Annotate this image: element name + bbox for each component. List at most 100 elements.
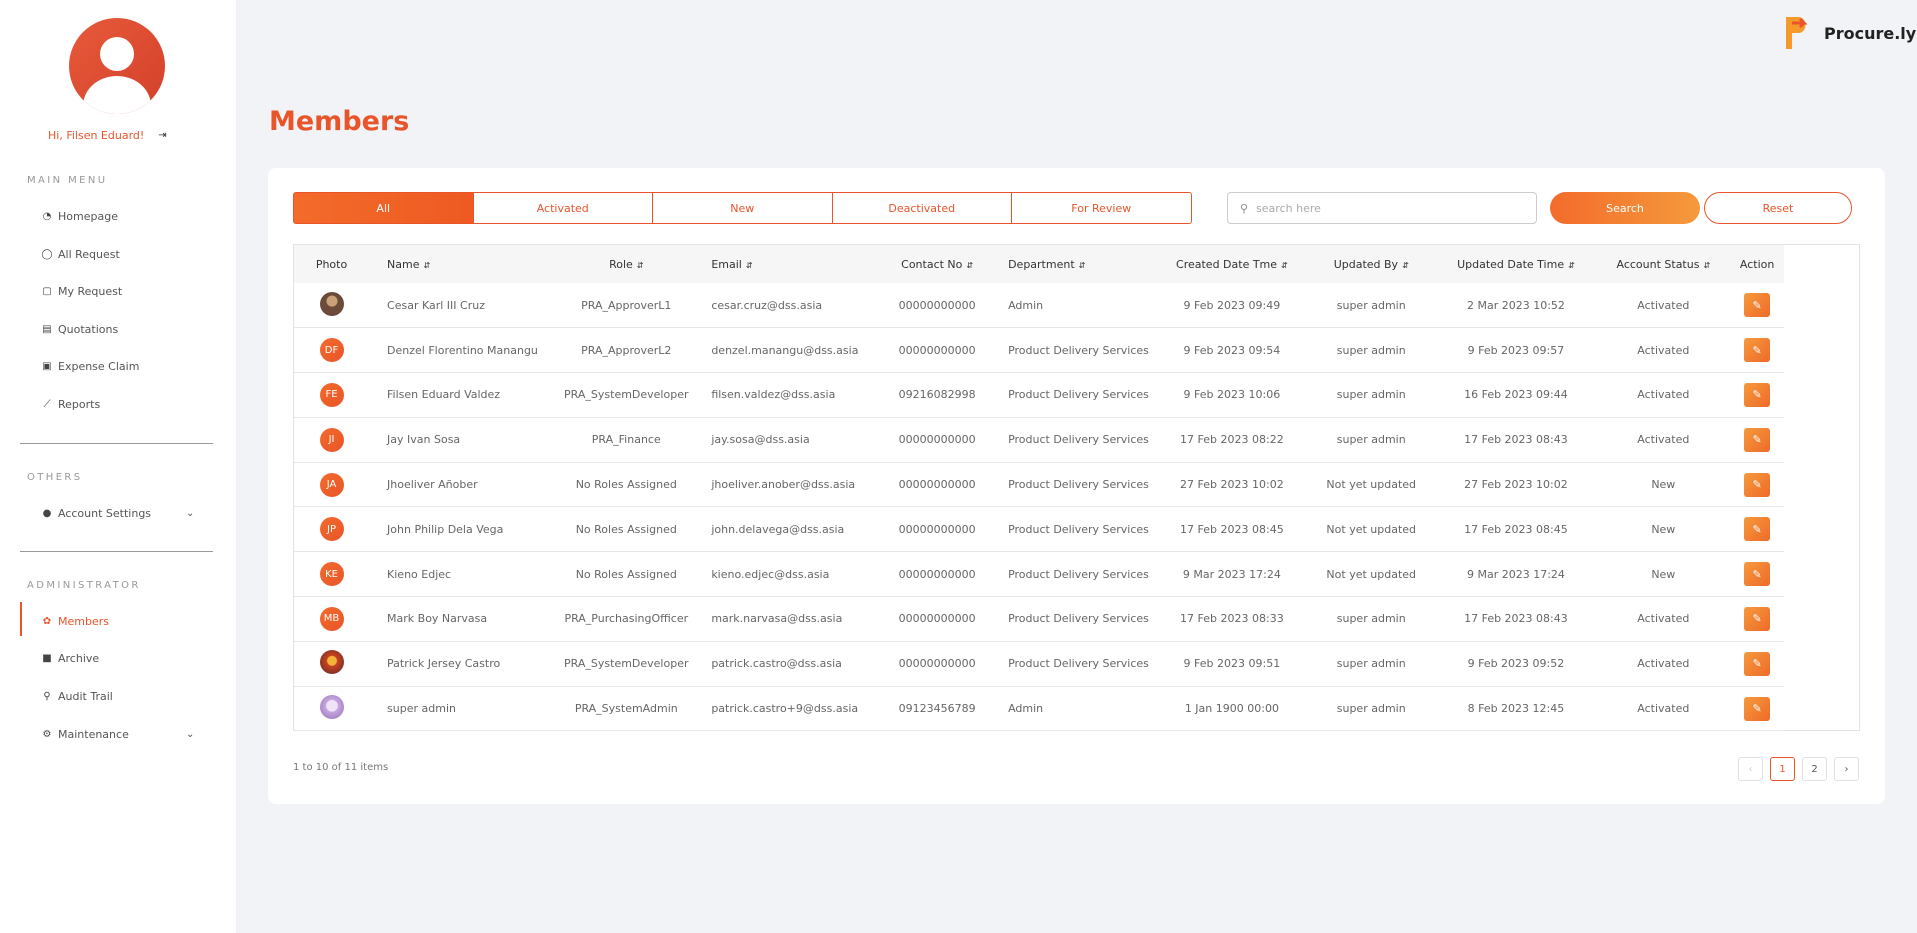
items-info: 1 to 10 of 11 items [293, 762, 389, 773]
status-cell: Activated [1637, 702, 1690, 716]
reset-button[interactable]: Reset [1704, 192, 1852, 224]
pencil-icon: ✎ [1752, 568, 1762, 581]
email-cell: john.delavega@dss.asia [711, 522, 845, 536]
updated-cell: 17 Feb 2023 08:45 [1464, 522, 1568, 536]
col-role[interactable]: Role ⇵ [551, 245, 701, 283]
table-row: DF Denzel Florentino Manangu PRA_ApproverL… [294, 328, 1784, 373]
chevron-down-icon[interactable]: ⌄ [186, 729, 194, 740]
col-updated[interactable]: Updated Date Time ⇵ [1436, 245, 1597, 283]
list-icon: ▤ [42, 324, 52, 335]
brand-logo[interactable]: Procure.ly [1778, 13, 1916, 53]
table-row: Cesar Karl III Cruz PRA_ApproverL1 cesar.c… [294, 283, 1784, 328]
edit-button[interactable]: ✎ [1744, 517, 1771, 542]
search-input[interactable] [1256, 201, 1507, 215]
sidebar-divider [20, 443, 213, 444]
pencil-icon: ✎ [1752, 479, 1762, 492]
sidebar-item-all-request[interactable]: ◯ All Request [41, 248, 119, 261]
sidebar-item-audit-trail[interactable]: ⚲ Audit Trail [41, 690, 113, 703]
avatar-body-shape [83, 76, 151, 114]
tab-for-review[interactable]: For Review [1011, 192, 1192, 224]
col-contact[interactable]: Contact No ⇵ [878, 245, 996, 283]
money-icon: ▣ [42, 361, 52, 372]
sidebar-item-label: Homepage [58, 210, 118, 223]
page-1-button[interactable]: 1 [1770, 757, 1795, 781]
chart-icon: ⟋ [43, 399, 51, 410]
tab-deactivated[interactable]: Deactivated [831, 192, 1012, 224]
col-label: Name [387, 257, 420, 271]
table-row: Patrick Jersey Castro PRA_SystemDeveloper… [294, 641, 1784, 687]
member-avatar [319, 650, 344, 675]
procurely-logo-icon [1786, 17, 1808, 49]
role-cell: PRA_Finance [591, 433, 661, 447]
sidebar-item-quotations[interactable]: ▤ Quotations [41, 323, 118, 336]
administrator-label: ADMINISTRATOR [27, 580, 141, 591]
edit-button[interactable]: ✎ [1744, 606, 1771, 631]
action-cell: ✎ [1730, 552, 1784, 597]
next-page-button[interactable]: › [1834, 757, 1859, 781]
search-button[interactable]: Search [1550, 192, 1700, 224]
col-updated-by[interactable]: Updated By ⇵ [1307, 245, 1436, 283]
updated-by-cell: Not yet updated [1326, 567, 1417, 581]
edit-button[interactable]: ✎ [1744, 696, 1771, 721]
table-row: super admin PRA_SystemAdmin patrick.castro… [294, 686, 1784, 731]
user-avatar[interactable] [69, 18, 165, 114]
email-cell: jhoeliver.anober@dss.asia [711, 478, 856, 492]
page-2-button[interactable]: 2 [1802, 757, 1827, 781]
edit-button[interactable]: ✎ [1744, 562, 1771, 587]
created-cell: 17 Feb 2023 08:33 [1180, 612, 1284, 626]
sidebar-item-my-request[interactable]: ▢ My Request [41, 285, 122, 298]
edit-button[interactable]: ✎ [1744, 651, 1771, 676]
created-cell: 27 Feb 2023 10:02 [1180, 478, 1284, 492]
edit-button[interactable]: ✎ [1744, 427, 1771, 452]
col-department[interactable]: Department ⇵ [996, 245, 1157, 283]
pencil-icon: ✎ [1752, 299, 1762, 312]
sidebar-item-expense-claim[interactable]: ▣ Expense Claim [41, 360, 139, 373]
tab-activated[interactable]: Activated [472, 192, 653, 224]
sidebar-item-maintenance[interactable]: ⚙ Maintenance [41, 728, 129, 741]
updated-cell: 17 Feb 2023 08:43 [1464, 612, 1568, 626]
updated-cell: 8 Feb 2023 12:45 [1467, 702, 1565, 716]
contact-cell: 00000000000 [898, 298, 976, 312]
sidebar-item-members[interactable]: ✿ Members [41, 615, 109, 628]
col-created[interactable]: Created Date Tme ⇵ [1157, 245, 1307, 283]
tab-new[interactable]: New [652, 192, 833, 224]
updated-by-cell: Not yet updated [1326, 522, 1417, 536]
action-cell: ✎ [1730, 507, 1784, 552]
sidebar-item-archive[interactable]: ■ Archive [41, 652, 99, 665]
sidebar-item-homepage[interactable]: ◔ Homepage [41, 210, 118, 223]
sidebar-item-reports[interactable]: ⟋ Reports [41, 398, 101, 411]
member-avatar: DF [319, 338, 344, 363]
updated-by-cell: super admin [1336, 298, 1406, 312]
col-label: Account Status [1616, 257, 1700, 271]
sidebar-item-account-settings[interactable]: ● Account Settings [41, 507, 151, 520]
col-status[interactable]: Account Status ⇵ [1596, 245, 1730, 283]
members-table: Photo Name ⇵ Role ⇵ Email ⇵ Contact No ⇵ Dep… [294, 245, 1784, 731]
edit-button[interactable]: ✎ [1744, 382, 1771, 407]
col-action: Action [1739, 257, 1775, 271]
sidebar-item-label: Quotations [58, 323, 119, 336]
status-cell: Activated [1637, 433, 1690, 447]
chevron-down-icon[interactable]: ⌄ [186, 508, 194, 519]
email-cell: filsen.valdez@dss.asia [711, 388, 836, 402]
edit-button[interactable]: ✎ [1744, 338, 1771, 363]
name-cell: Filsen Eduard Valdez [387, 388, 501, 402]
member-avatar: JA [319, 472, 344, 497]
logout-icon[interactable]: ⇥ [158, 130, 166, 141]
status-cell: Activated [1637, 298, 1690, 312]
tab-all[interactable]: All [293, 192, 474, 224]
action-cell: ✎ [1730, 328, 1784, 373]
col-name[interactable]: Name ⇵ [369, 245, 551, 283]
pencil-icon: ✎ [1752, 613, 1762, 626]
action-cell: ✎ [1730, 462, 1784, 507]
sidebar: Hi, Filsen Eduard! ⇥ MAIN MENU ◔ Homepag… [0, 0, 236, 933]
action-cell: ✎ [1730, 373, 1784, 418]
col-email[interactable]: Email ⇵ [701, 245, 878, 283]
status-cell: New [1651, 567, 1676, 581]
prev-page-button[interactable]: ‹ [1738, 757, 1763, 781]
updated-cell: 27 Feb 2023 10:02 [1464, 478, 1568, 492]
col-label: Updated By [1333, 257, 1399, 271]
sidebar-divider [20, 551, 213, 552]
edit-button[interactable]: ✎ [1744, 293, 1771, 318]
updated-by-cell: super admin [1336, 702, 1406, 716]
edit-button[interactable]: ✎ [1744, 472, 1771, 497]
